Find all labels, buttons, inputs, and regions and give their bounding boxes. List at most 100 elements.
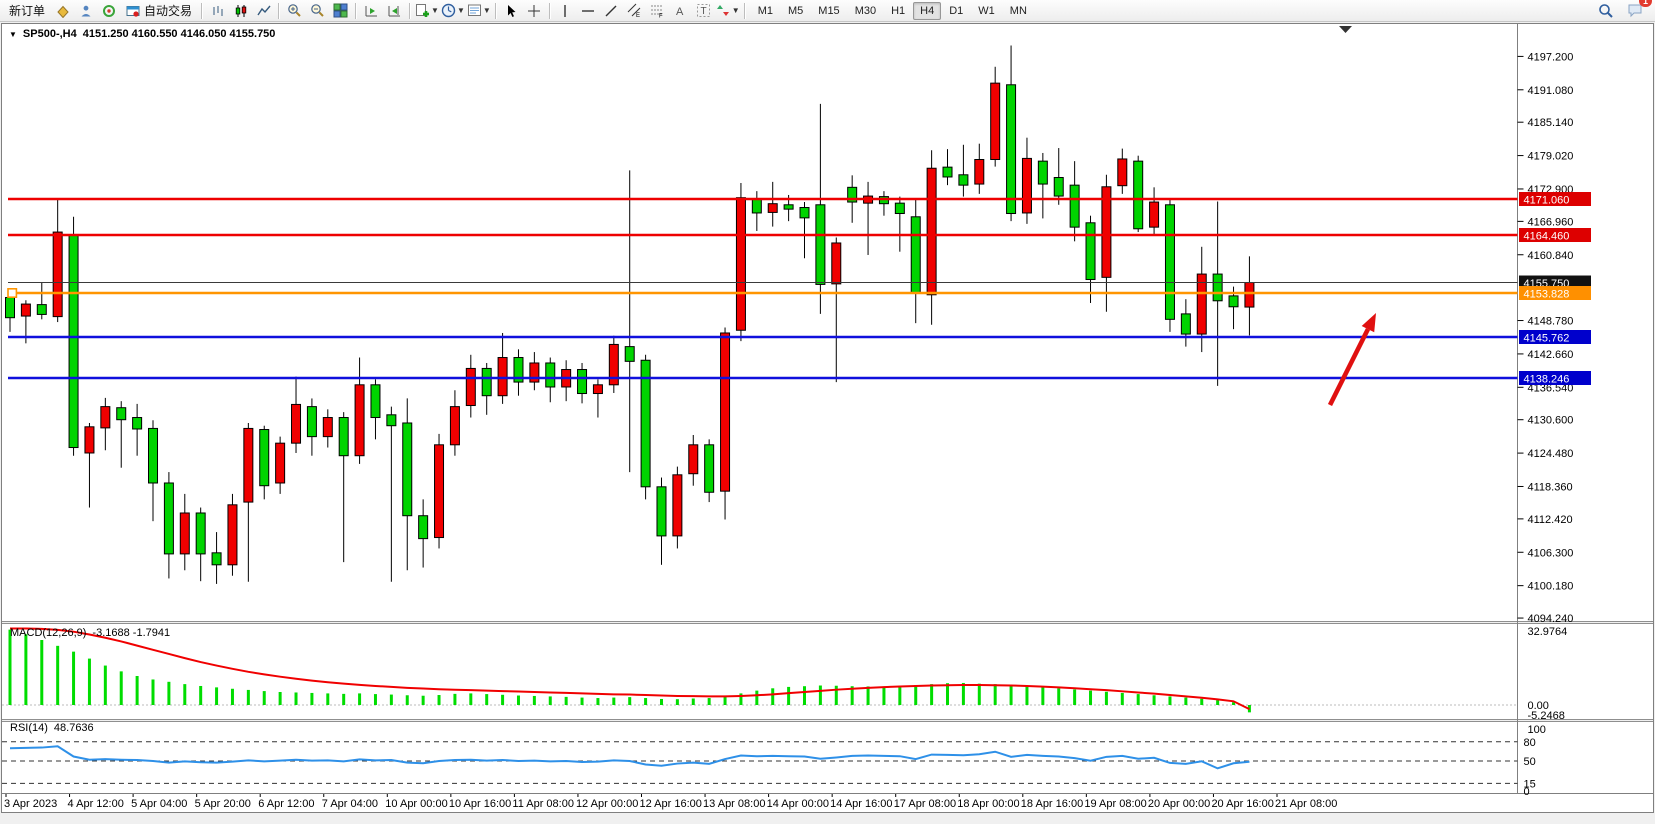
- svg-text:18 Apr 16:00: 18 Apr 16:00: [1021, 798, 1083, 810]
- trendline-tool-icon[interactable]: [600, 0, 623, 21]
- toolbar-separator: [744, 3, 746, 19]
- notifications-chat-icon[interactable]: 1: [1623, 0, 1646, 21]
- svg-text:4118.360: 4118.360: [1528, 481, 1573, 493]
- svg-text:14 Apr 16:00: 14 Apr 16:00: [830, 798, 892, 810]
- svg-text:100: 100: [1528, 724, 1546, 736]
- toolbar-separator: [201, 3, 203, 19]
- auto-trading-button[interactable]: 自动交易: [120, 0, 198, 21]
- toolbar-separator: [549, 3, 551, 19]
- svg-text:4197.200: 4197.200: [1528, 51, 1574, 63]
- crosshair-icon[interactable]: [523, 0, 546, 21]
- svg-text:4185.140: 4185.140: [1528, 117, 1574, 129]
- toolbar-separator: [495, 3, 497, 19]
- toolbar-separator: [409, 3, 411, 19]
- tf-button-h1[interactable]: H1: [884, 2, 912, 20]
- toolbar: 新订单 自动交易: [0, 0, 1655, 22]
- svg-text:4166.960: 4166.960: [1528, 216, 1574, 228]
- dropdown-caret-icon: ▼: [457, 6, 465, 15]
- vertical-line-tool-icon[interactable]: [554, 0, 577, 21]
- fibonacci-tool-icon[interactable]: F: [646, 0, 669, 21]
- arrows-tool-icon[interactable]: ▼: [715, 0, 741, 21]
- svg-text:4171.060: 4171.060: [1524, 195, 1570, 207]
- svg-text:12 Apr 16:00: 12 Apr 16:00: [640, 798, 702, 810]
- chart-shift-icon[interactable]: [383, 0, 406, 21]
- svg-text:12 Apr 00:00: 12 Apr 00:00: [576, 798, 638, 810]
- line-chart-icon[interactable]: [252, 0, 275, 21]
- svg-text:3 Apr 2023: 3 Apr 2023: [4, 798, 57, 810]
- svg-text:14 Apr 00:00: 14 Apr 00:00: [767, 798, 829, 810]
- text-tool-icon[interactable]: A: [669, 0, 692, 21]
- text-label-tool-icon[interactable]: T: [692, 0, 715, 21]
- svg-text:4164.460: 4164.460: [1524, 231, 1570, 243]
- candlestick-chart-icon[interactable]: [229, 0, 252, 21]
- svg-text:4138.246: 4138.246: [1524, 374, 1570, 386]
- svg-text:4124.480: 4124.480: [1528, 448, 1574, 460]
- new-order-button[interactable]: 新订单: [3, 0, 51, 21]
- svg-text:4112.420: 4112.420: [1528, 514, 1573, 526]
- cursor-icon[interactable]: [500, 0, 523, 21]
- svg-text:4148.780: 4148.780: [1528, 316, 1574, 328]
- bar-chart-icon[interactable]: [206, 0, 229, 21]
- templates-button[interactable]: ▼: [466, 0, 492, 21]
- svg-text:4 Apr 12:00: 4 Apr 12:00: [68, 798, 124, 810]
- zoom-out-icon[interactable]: [306, 0, 329, 21]
- svg-text:20 Apr 00:00: 20 Apr 00:00: [1148, 798, 1210, 810]
- dropdown-caret-icon: ▼: [431, 6, 439, 15]
- svg-text:A: A: [676, 6, 684, 18]
- svg-text:32.9764: 32.9764: [1528, 626, 1568, 638]
- svg-text:17 Apr 08:00: 17 Apr 08:00: [894, 798, 956, 810]
- search-icon[interactable]: [1594, 0, 1617, 21]
- tile-windows-icon[interactable]: [329, 0, 352, 21]
- svg-text:0: 0: [1524, 786, 1530, 798]
- zoom-in-icon[interactable]: [283, 0, 306, 21]
- svg-text:10 Apr 00:00: 10 Apr 00:00: [385, 798, 447, 810]
- tf-button-m15[interactable]: M15: [811, 2, 846, 20]
- profiles-icon[interactable]: [51, 0, 74, 21]
- periods-clock-button[interactable]: ▼: [440, 0, 466, 21]
- tf-button-mn[interactable]: MN: [1003, 2, 1034, 20]
- svg-text:20 Apr 16:00: 20 Apr 16:00: [1211, 798, 1273, 810]
- svg-text:T: T: [700, 6, 706, 17]
- svg-text:7 Apr 04:00: 7 Apr 04:00: [322, 798, 378, 810]
- svg-text:21 Apr 08:00: 21 Apr 08:00: [1275, 798, 1337, 810]
- svg-text:10 Apr 16:00: 10 Apr 16:00: [449, 798, 511, 810]
- svg-text:4191.080: 4191.080: [1528, 85, 1574, 97]
- tf-button-d1[interactable]: D1: [942, 2, 970, 20]
- tf-button-m1[interactable]: M1: [751, 2, 780, 20]
- svg-text:5 Apr 04:00: 5 Apr 04:00: [131, 798, 187, 810]
- horizontal-line-tool-icon[interactable]: [577, 0, 600, 21]
- market-watch-icon[interactable]: [74, 0, 97, 21]
- svg-text:4179.020: 4179.020: [1528, 151, 1574, 163]
- svg-text:4106.300: 4106.300: [1528, 547, 1574, 559]
- tf-button-w1[interactable]: W1: [971, 2, 1002, 20]
- channel-tool-icon[interactable]: E: [623, 0, 646, 21]
- svg-text:4145.762: 4145.762: [1524, 333, 1570, 345]
- svg-text:18 Apr 00:00: 18 Apr 00:00: [957, 798, 1019, 810]
- svg-text:E: E: [636, 13, 640, 18]
- svg-text:5 Apr 20:00: 5 Apr 20:00: [195, 798, 251, 810]
- svg-text:50: 50: [1524, 756, 1536, 768]
- navigator-icon[interactable]: [97, 0, 120, 21]
- toolbar-separator: [355, 3, 357, 19]
- toolbar-separator: [278, 3, 280, 19]
- svg-text:19 Apr 08:00: 19 Apr 08:00: [1084, 798, 1146, 810]
- svg-text:4153.828: 4153.828: [1524, 289, 1570, 301]
- svg-text:F: F: [659, 14, 663, 19]
- svg-text:4100.180: 4100.180: [1528, 581, 1574, 593]
- tf-button-h4[interactable]: H4: [913, 2, 941, 20]
- auto-scroll-icon[interactable]: [360, 0, 383, 21]
- svg-text:6 Apr 12:00: 6 Apr 12:00: [258, 798, 314, 810]
- svg-text:4094.240: 4094.240: [1528, 613, 1574, 625]
- notification-badge: 1: [1639, 0, 1652, 7]
- svg-text:4160.840: 4160.840: [1528, 250, 1574, 262]
- new-chart-button[interactable]: ▼: [414, 0, 440, 21]
- terminal-icon: [126, 4, 140, 18]
- tf-button-m30[interactable]: M30: [848, 2, 883, 20]
- terminal-window: 新订单 自动交易: [0, 0, 1655, 824]
- svg-text:13 Apr 08:00: 13 Apr 08:00: [703, 798, 765, 810]
- svg-text:4142.660: 4142.660: [1528, 349, 1574, 361]
- chart-canvas[interactable]: 4197.2004191.0804185.1404179.0204172.900…: [0, 0, 1655, 824]
- dropdown-caret-icon: ▼: [483, 6, 491, 15]
- tf-button-m5[interactable]: M5: [781, 2, 810, 20]
- svg-text:80: 80: [1524, 737, 1536, 749]
